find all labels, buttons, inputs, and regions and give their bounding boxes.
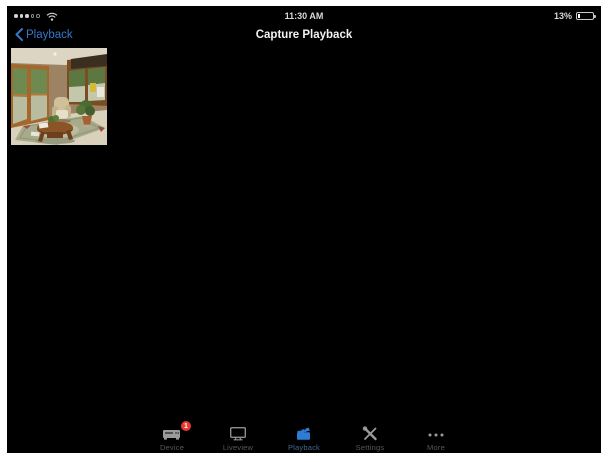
monitor-icon bbox=[230, 427, 247, 441]
status-left bbox=[14, 12, 58, 21]
battery-percent: 13% bbox=[553, 11, 572, 21]
tab-label: Device bbox=[159, 443, 185, 452]
living-room-image bbox=[11, 48, 107, 145]
tab-label: Liveview bbox=[222, 443, 254, 452]
tab-bar: 1 Device Liveview Playback Settings More bbox=[7, 421, 601, 453]
wifi-icon bbox=[46, 12, 57, 21]
capture-thumbnail[interactable] bbox=[11, 48, 107, 145]
ellipsis-icon bbox=[428, 433, 444, 437]
notification-badge: 1 bbox=[181, 421, 191, 431]
tab-label: More bbox=[427, 443, 445, 452]
tab-more[interactable]: More bbox=[403, 423, 469, 453]
battery-icon bbox=[576, 12, 596, 20]
clapperboard-icon bbox=[297, 427, 310, 440]
status-right: 13% bbox=[553, 11, 596, 21]
tab-label: Playback bbox=[287, 443, 321, 452]
tab-liveview[interactable]: Liveview bbox=[205, 423, 271, 453]
tab-settings[interactable]: Settings bbox=[337, 423, 403, 453]
signal-strength-icon bbox=[14, 14, 40, 18]
tab-device[interactable]: 1 Device bbox=[139, 421, 205, 453]
page-title: Capture Playback bbox=[255, 29, 353, 41]
app-screen: 11:30 AM 13% Playback Capture Playback 1… bbox=[7, 6, 601, 453]
tab-label: Settings bbox=[355, 443, 385, 452]
status-bar: 11:30 AM 13% bbox=[7, 9, 601, 23]
tools-icon bbox=[362, 426, 377, 441]
nav-bar: Playback Capture Playback bbox=[7, 24, 601, 48]
status-time: 11:30 AM bbox=[284, 11, 324, 21]
dvr-device-icon bbox=[163, 430, 180, 440]
tab-playback[interactable]: Playback bbox=[271, 423, 337, 453]
